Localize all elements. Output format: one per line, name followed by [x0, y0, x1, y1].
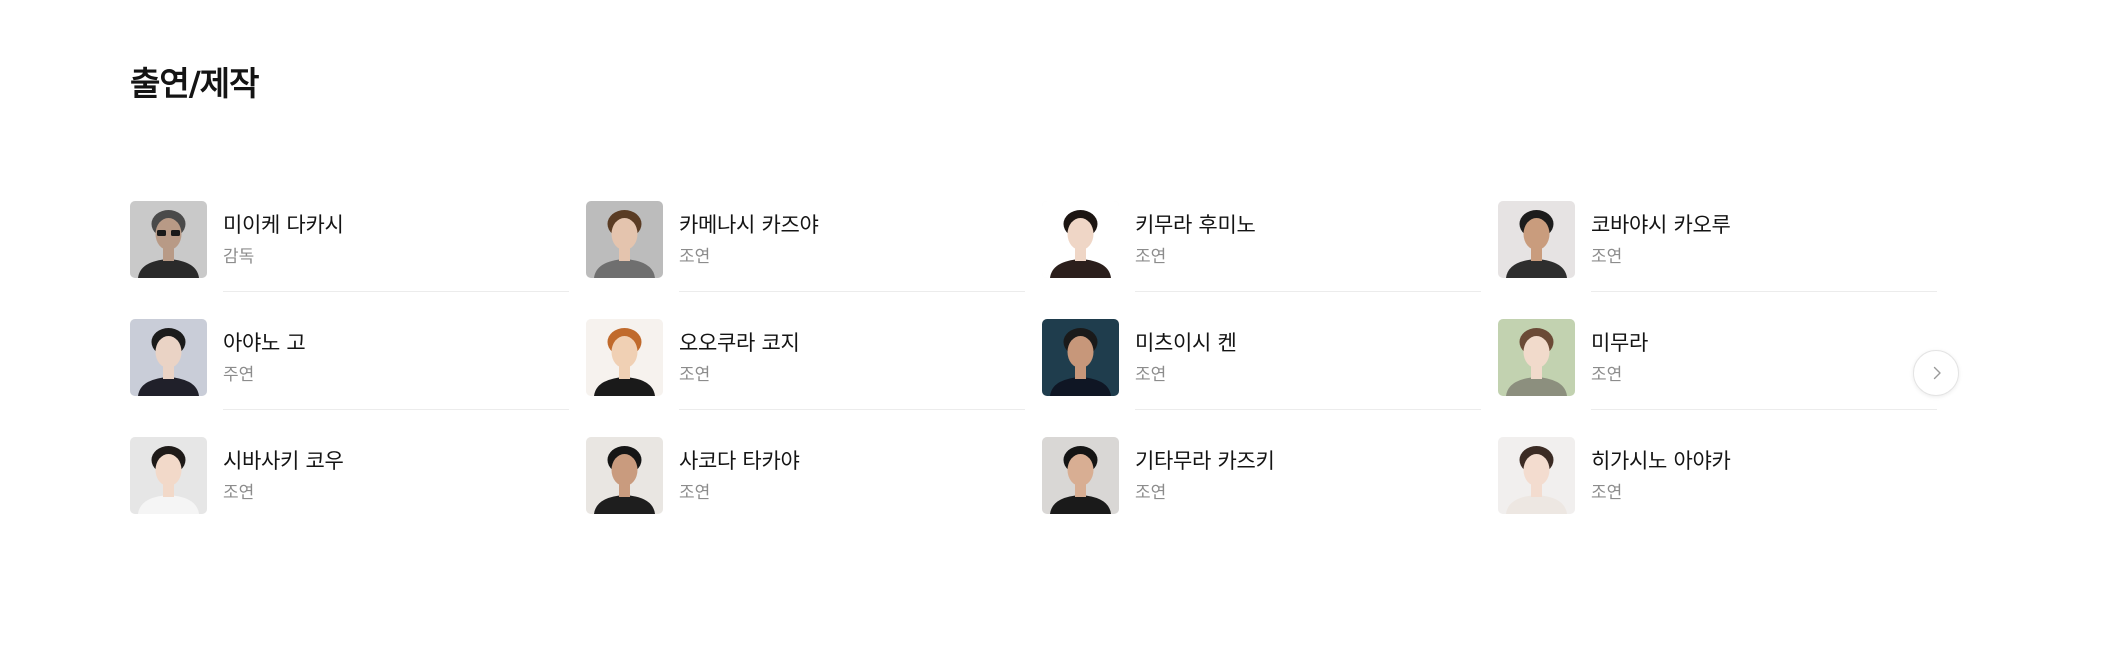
- person-role: 조연: [1135, 483, 1167, 503]
- person-name: 미츠이시 켄: [1135, 331, 1237, 355]
- person-role: 조연: [1135, 247, 1167, 267]
- avatar: [130, 437, 207, 514]
- avatar: [586, 201, 663, 278]
- cast-crew-section: 출연/제작 미이케 다카시 감독 카메나시 카즈야 조연 키무라 후미노 조연 …: [130, 0, 1970, 656]
- person-name: 기타무라 카즈키: [1135, 449, 1275, 473]
- avatar: [1042, 319, 1119, 396]
- divider: [1135, 409, 1481, 410]
- cast-item[interactable]: 미무라 조연: [1498, 318, 1938, 410]
- person-role: 조연: [223, 483, 255, 503]
- chevron-right-icon: [1933, 366, 1941, 380]
- cast-item[interactable]: 히가시노 아야카 조연: [1498, 436, 1938, 514]
- person-name: 시바사키 코우: [223, 449, 344, 473]
- cast-item[interactable]: 사코다 타카야 조연: [586, 436, 1026, 514]
- cast-item[interactable]: 미이케 다카시 감독: [130, 200, 570, 292]
- person-name: 미이케 다카시: [223, 213, 344, 237]
- cast-item[interactable]: 시바사키 코우 조연: [130, 436, 570, 514]
- person-role: 조연: [679, 483, 711, 503]
- person-role: 주연: [223, 365, 255, 385]
- person-name: 코바야시 카오루: [1591, 213, 1731, 237]
- person-name: 아야노 고: [223, 331, 306, 355]
- divider: [679, 291, 1025, 292]
- cast-item[interactable]: 미츠이시 켄 조연: [1042, 318, 1482, 410]
- avatar: [1498, 319, 1575, 396]
- person-role: 조연: [679, 365, 711, 385]
- person-role: 조연: [1591, 365, 1623, 385]
- person-role: 조연: [1591, 247, 1623, 267]
- cast-item[interactable]: 아야노 고 주연: [130, 318, 570, 410]
- person-name: 미무라: [1591, 331, 1649, 355]
- divider: [1591, 409, 1937, 410]
- person-name: 히가시노 아야카: [1591, 449, 1731, 473]
- person-name: 카메나시 카즈야: [679, 213, 819, 237]
- avatar: [1042, 201, 1119, 278]
- cast-item[interactable]: 키무라 후미노 조연: [1042, 200, 1482, 292]
- person-role: 조연: [1135, 365, 1167, 385]
- divider: [679, 409, 1025, 410]
- divider: [1135, 291, 1481, 292]
- person-role: 조연: [679, 247, 711, 267]
- section-title: 출연/제작: [130, 64, 259, 103]
- cast-item[interactable]: 카메나시 카즈야 조연: [586, 200, 1026, 292]
- person-name: 키무라 후미노: [1135, 213, 1256, 237]
- avatar: [1042, 437, 1119, 514]
- avatar: [586, 319, 663, 396]
- avatar: [130, 201, 207, 278]
- person-name: 오오쿠라 코지: [679, 331, 800, 355]
- divider: [223, 409, 569, 410]
- person-role: 감독: [223, 247, 255, 267]
- divider: [223, 291, 569, 292]
- next-button[interactable]: [1913, 350, 1959, 396]
- avatar: [130, 319, 207, 396]
- avatar: [1498, 437, 1575, 514]
- person-name: 사코다 타카야: [679, 449, 800, 473]
- cast-item[interactable]: 기타무라 카즈키 조연: [1042, 436, 1482, 514]
- avatar: [1498, 201, 1575, 278]
- cast-item[interactable]: 코바야시 카오루 조연: [1498, 200, 1938, 292]
- divider: [1591, 291, 1937, 292]
- cast-item[interactable]: 오오쿠라 코지 조연: [586, 318, 1026, 410]
- avatar: [586, 437, 663, 514]
- person-role: 조연: [1591, 483, 1623, 503]
